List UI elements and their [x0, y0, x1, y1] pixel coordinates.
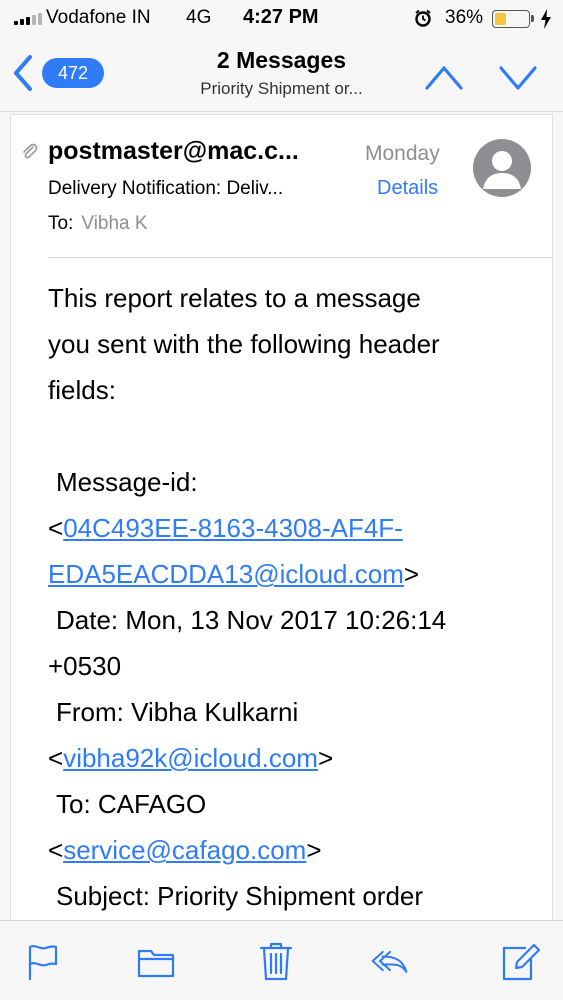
battery-percent: 36% — [445, 7, 484, 28]
body-line: <vibha92k@icloud.com> — [48, 735, 538, 781]
message-id-link[interactable]: 04C493EE-8163-4308-AF4F- — [63, 513, 403, 543]
body-line: EDA5EACDDA13@icloud.com> — [48, 551, 538, 597]
body-line: To: CAFAGO — [56, 789, 207, 819]
folder-icon[interactable] — [136, 939, 176, 983]
to-email-link[interactable]: service@cafago.com — [63, 835, 306, 865]
bracket-close: > — [317, 743, 334, 773]
header-divider — [48, 257, 552, 258]
to-label: To: — [48, 213, 74, 234]
battery-tip — [531, 15, 534, 22]
message-card: postmaster@mac.c... Monday Delivery Noti… — [10, 114, 553, 920]
body-line: From: Vibha Kulkarni — [56, 697, 299, 727]
recipient-line: To: Vibha K — [48, 213, 148, 235]
thread-title: 2 Messages — [216, 47, 347, 73]
bracket-close: > — [403, 559, 420, 589]
details-link[interactable]: Details — [377, 177, 438, 200]
toolbar — [0, 920, 563, 1000]
signal-icon — [14, 13, 42, 25]
sender-address[interactable]: postmaster@mac.c... — [48, 137, 299, 166]
battery-icon — [492, 10, 530, 28]
avatar[interactable] — [473, 139, 531, 197]
status-bar: Vodafone IN 4G 4:27 PM 36% — [0, 0, 563, 38]
nav-bar: 472 2 Messages Priority Shipment or... — [0, 38, 563, 112]
message-date: Monday — [365, 142, 440, 165]
body-line: Date: Mon, 13 Nov 2017 10:26:14 — [56, 605, 447, 635]
reply-icon[interactable] — [370, 939, 410, 983]
carrier-name: Vodafone IN — [46, 7, 151, 28]
bracket-close: > — [306, 835, 322, 865]
body-line: fields: — [48, 375, 116, 405]
body-line: <04C493EE-8163-4308-AF4F- — [48, 505, 538, 551]
status-time: 4:27 PM — [243, 6, 319, 28]
bracket-open: < — [48, 743, 64, 773]
person-icon — [483, 151, 521, 189]
message-subject: Delivery Notification: Deliv... — [48, 178, 284, 199]
bracket-open: < — [48, 835, 64, 865]
body-line: you sent with the following header — [48, 329, 440, 359]
charging-icon — [541, 9, 551, 29]
bracket-open: < — [48, 513, 64, 543]
compose-icon[interactable] — [500, 939, 540, 983]
thread-subtitle: Priority Shipment or... — [200, 79, 363, 98]
body-line: Message-id: — [56, 467, 198, 497]
recipient-name[interactable]: Vibha K — [81, 213, 147, 234]
battery-level — [495, 13, 506, 25]
message-id-link[interactable]: EDA5EACDDA13@icloud.com — [48, 559, 404, 589]
flag-icon[interactable] — [22, 939, 62, 983]
body-line: +0530 — [48, 651, 122, 681]
chevron-up-icon[interactable] — [422, 60, 466, 94]
trash-icon[interactable] — [256, 939, 296, 983]
chevron-down-icon[interactable] — [496, 60, 540, 94]
from-email-link[interactable]: vibha92k@icloud.com — [63, 743, 318, 773]
body-line: Subject: Priority Shipment order — [56, 881, 424, 911]
message-body: This report relates to a message you sen… — [48, 275, 538, 919]
alarm-icon — [415, 9, 431, 27]
body-line: This report relates to a message — [48, 283, 421, 313]
network-type: 4G — [186, 7, 212, 28]
body-line: <service@cafago.com> — [48, 827, 538, 873]
attachment-icon — [23, 143, 38, 159]
